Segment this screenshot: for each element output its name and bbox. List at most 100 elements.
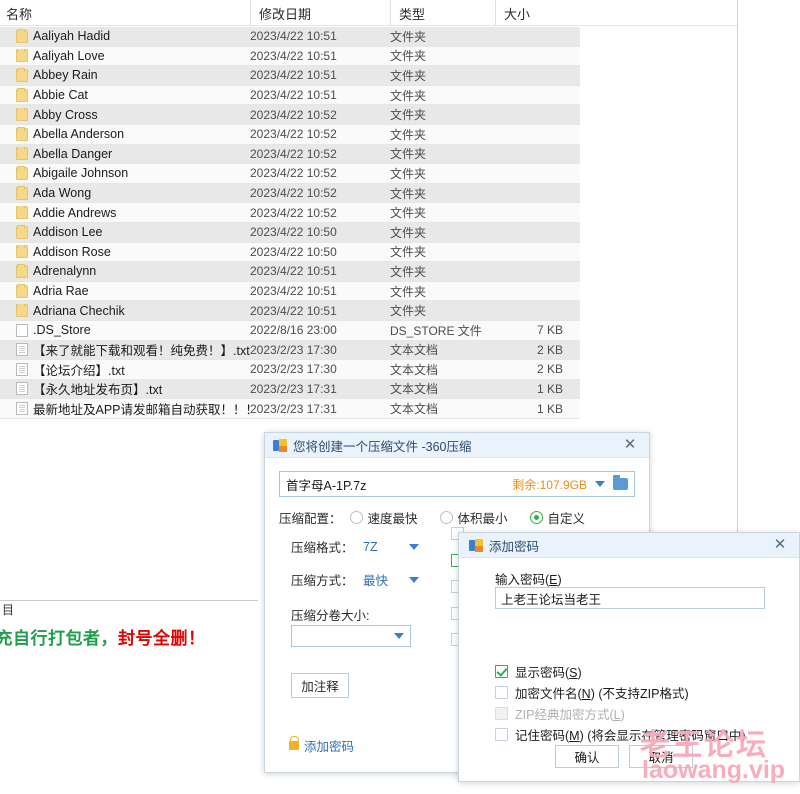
row-name-cell: Adria Rae [0, 284, 250, 298]
table-row[interactable]: 最新地址及APP请发邮箱自动获取！！！.... 2023/2/23 17:31 文本… [0, 399, 580, 419]
row-name-cell: Adriana Chechik [0, 303, 250, 318]
checkbox-icon[interactable] [495, 686, 508, 699]
row-name-label: Aaliyah Hadid [33, 29, 111, 44]
table-row[interactable]: Abella Danger 2023/4/22 10:52 文件夹 [0, 144, 580, 165]
checkbox-row[interactable]: 加密文件名(N) (不支持ZIP格式) [495, 682, 746, 703]
row-type-cell: 文件夹 [390, 264, 427, 279]
chevron-down-icon[interactable] [595, 481, 605, 487]
row-name-cell: Abella Anderson [0, 127, 250, 141]
chevron-down-icon[interactable] [409, 576, 419, 583]
row-type-cell: 文件夹 [390, 225, 427, 240]
table-row[interactable]: Ada Wong 2023/4/22 10:52 文件夹 [0, 183, 580, 204]
compress-method-value[interactable]: 最快 [363, 570, 409, 589]
table-row[interactable]: .DS_Store 2022/8/16 23:00 DS_STORE 文件 7 KB [0, 320, 580, 341]
row-name-label: Addie Andrews [33, 205, 117, 220]
file-list[interactable]: Aaliyah Hadid 2023/4/22 10:51 文件夹 Aaliyah L… [0, 27, 737, 420]
table-row[interactable]: Abbey Rain 2023/4/22 10:51 文件夹 [0, 66, 580, 86]
radio-custom[interactable]: 自定义 [529, 508, 585, 527]
row-name-cell: Addison Lee [0, 225, 250, 239]
table-row[interactable]: Aaliyah Hadid 2023/4/22 10:51 文件夹 [0, 27, 580, 47]
folder-icon [16, 48, 28, 63]
row-name-label: Addison Lee [33, 225, 103, 240]
radio-fastest-speed[interactable]: 速度最快 [349, 508, 418, 527]
checkbox-accesskey: L [613, 708, 621, 722]
password-field-label: 输入密码(E) [495, 569, 562, 588]
table-row[interactable]: 【论坛介绍】.txt 2023/2/23 17:30 文本文档 2 KB [0, 360, 580, 380]
chevron-down-icon[interactable] [409, 543, 419, 550]
table-row[interactable]: Aaliyah Love 2023/4/22 10:51 文件夹 [0, 46, 580, 67]
table-row[interactable]: Adria Rae 2023/4/22 10:51 文件夹 [0, 281, 580, 302]
browse-folder-icon[interactable] [613, 475, 628, 490]
table-row[interactable]: Adriana Chechik 2023/4/22 10:51 文件夹 [0, 301, 580, 321]
row-name-cell: 【来了就能下载和观看！纯免费！】.txt [0, 340, 250, 359]
text-file-icon [16, 402, 28, 416]
table-row[interactable]: Addison Lee 2023/4/22 10:50 文件夹 [0, 222, 580, 243]
checkbox-icon [495, 707, 508, 720]
split-size-select[interactable] [291, 625, 411, 647]
archive-name-input[interactable]: 首字母A-1P.7z 剩余:107.9GB [279, 471, 635, 497]
checkbox-row[interactable]: 记住密码(M) (将会显示在管理密码窗口中) [495, 724, 746, 745]
table-row[interactable]: Addie Andrews 2023/4/22 10:52 文件夹 [0, 203, 580, 223]
row-name-cell: Aaliyah Hadid [0, 29, 250, 43]
row-name-cell: 【论坛介绍】.txt [0, 360, 250, 379]
checkbox-checked-icon[interactable] [495, 665, 508, 678]
column-header-size[interactable]: 大小 [495, 0, 575, 26]
status-text-fragment: 目 [2, 603, 15, 617]
row-name-cell: Addie Andrews [0, 205, 250, 220]
column-header-type[interactable]: 类型 [390, 0, 495, 26]
row-type-cell: 文件夹 [390, 186, 427, 201]
row-size-cell: 7 KB [536, 323, 563, 338]
row-name-label: Ada Wong [33, 186, 92, 201]
table-row[interactable]: Abbie Cat 2023/4/22 10:51 文件夹 [0, 85, 580, 106]
close-icon[interactable]: ✕ [621, 436, 639, 454]
compress-format-row: 压缩格式： 7Z [291, 537, 419, 556]
row-name-label: Abigaile Johnson [33, 166, 129, 181]
add-password-link-label: 添加密码 [304, 740, 355, 754]
row-type-cell: 文本文档 [390, 362, 439, 377]
row-date-cell: 2022/8/16 23:00 [250, 323, 337, 338]
row-date-cell: 2023/4/22 10:50 [250, 244, 337, 259]
row-type-cell: 文本文档 [390, 343, 439, 358]
folder-icon [16, 88, 28, 102]
cancel-button[interactable]: 取消 [629, 745, 693, 768]
column-header-date[interactable]: 修改日期 [250, 0, 390, 26]
close-icon[interactable]: ✕ [771, 536, 789, 554]
table-row[interactable]: 【来了就能下载和观看！纯免费！】.txt 2023/2/23 17:30 文本文档 2… [0, 340, 580, 361]
password-label-accesskey: E [549, 573, 558, 587]
compress-dialog-title: 您将创建一个压缩文件 -360压缩 [293, 439, 472, 454]
password-label-suffix: ) [557, 573, 562, 587]
checkbox-icon[interactable] [495, 728, 508, 741]
table-row[interactable]: Abigaile Johnson 2023/4/22 10:52 文件夹 [0, 164, 580, 184]
table-row[interactable]: Adrenalynn 2023/4/22 10:51 文件夹 [0, 262, 580, 282]
row-size-cell: 2 KB [536, 362, 563, 377]
table-row[interactable]: 【永久地址发布页】.txt 2023/2/23 17:31 文本文档 1 KB [0, 379, 580, 400]
add-password-dialog: 添加密码 ✕ 输入密码(E) 上老王论坛当老王 显示密码(S) 加密文件名(N) … [458, 532, 800, 782]
radio-smallest-size[interactable]: 体积最小 [439, 508, 508, 527]
row-type-cell: 文本文档 [390, 402, 439, 417]
folder-icon [16, 68, 28, 82]
password-input[interactable]: 上老王论坛当老王 [495, 587, 765, 609]
row-name-label: Adria Rae [33, 284, 89, 299]
table-row[interactable]: Abella Anderson 2023/4/22 10:52 文件夹 [0, 124, 580, 145]
radio-selected-icon [529, 510, 543, 524]
column-header-name[interactable]: 名称 [0, 0, 250, 26]
password-label-text: 输入密码( [495, 573, 550, 587]
row-date-cell: 2023/4/22 10:52 [250, 127, 337, 142]
password-dialog-title: 添加密码 [489, 539, 540, 554]
row-size-cell: 1 KB [536, 401, 563, 416]
explorer-status-bar: 目 [0, 600, 258, 620]
row-name-label: Adriana Chechik [33, 303, 125, 318]
row-name-label: Abella Danger [33, 146, 113, 161]
folder-icon [16, 107, 28, 122]
add-password-link[interactable]: 添加密码 [289, 736, 354, 755]
compress-method-row: 压缩方式： 最快 [291, 570, 419, 589]
table-row[interactable]: Addison Rose 2023/4/22 10:50 文件夹 [0, 242, 580, 263]
add-comment-button[interactable]: 加注释 [291, 673, 349, 698]
password-dialog-buttons: 确认 取消 [555, 745, 693, 768]
compress-format-value[interactable]: 7Z [363, 540, 409, 554]
table-row[interactable]: Abby Cross 2023/4/22 10:52 文件夹 [0, 105, 580, 125]
checkbox-row[interactable]: 显示密码(S) [495, 661, 746, 682]
row-date-cell: 2023/2/23 17:30 [250, 362, 337, 377]
confirm-button[interactable]: 确认 [555, 745, 619, 768]
row-type-cell: 文件夹 [390, 284, 427, 299]
